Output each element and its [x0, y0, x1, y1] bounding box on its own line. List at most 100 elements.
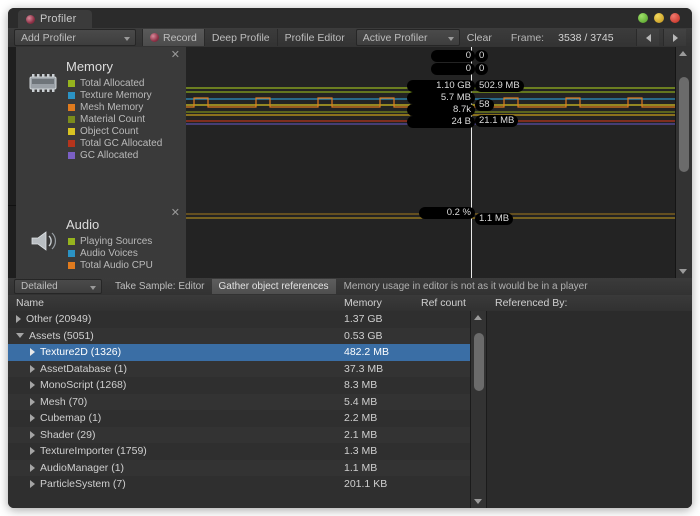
- legend-swatch: [68, 140, 75, 147]
- next-frame-button[interactable]: [663, 29, 686, 46]
- legend-label: Total Allocated: [80, 78, 145, 89]
- expand-triangle-icon[interactable]: [30, 398, 35, 406]
- scroll-down-icon[interactable]: [474, 499, 482, 504]
- detail-mode-dropdown[interactable]: Detailed: [14, 279, 102, 294]
- expand-triangle-icon[interactable]: [30, 431, 35, 439]
- legend-swatch: [68, 104, 75, 111]
- window-button-green[interactable]: [638, 13, 648, 23]
- row-name-cell[interactable]: AudioManager (1): [30, 462, 124, 474]
- legend-item[interactable]: Texture Memory: [68, 89, 162, 101]
- legend-item[interactable]: Object Count: [68, 125, 162, 137]
- legend-item[interactable]: Total Audio CPU: [68, 259, 153, 271]
- audio-plot[interactable]: 0.2 % 1.1 MB: [186, 205, 676, 278]
- memory-right-value: 58: [475, 99, 494, 111]
- editor-memory-note: Memory usage in editor is not as it woul…: [344, 281, 588, 292]
- row-name-cell[interactable]: ParticleSystem (7): [30, 478, 126, 490]
- expand-triangle-icon[interactable]: [30, 365, 35, 373]
- title-bar: Profiler: [8, 8, 692, 28]
- memory-left-value: 8.7k: [407, 104, 475, 116]
- close-icon[interactable]: ✕: [171, 208, 180, 219]
- legend-swatch: [68, 262, 75, 269]
- row-name-cell[interactable]: Other (20949): [16, 313, 91, 325]
- module-memory: ✕: [8, 47, 692, 206]
- column-header-name[interactable]: Name: [16, 297, 44, 309]
- table-scrollbar[interactable]: [470, 311, 486, 508]
- memory-chip-icon: [26, 69, 60, 97]
- legend-swatch: [68, 250, 75, 257]
- speaker-icon: [26, 227, 60, 255]
- scroll-down-icon[interactable]: [679, 269, 687, 274]
- gather-object-references-button[interactable]: Gather object references: [212, 279, 336, 294]
- window-button-yellow[interactable]: [654, 13, 664, 23]
- expand-triangle-icon[interactable]: [30, 464, 35, 472]
- chevron-down-icon: [124, 37, 130, 41]
- legend-item[interactable]: Mesh Memory: [68, 101, 162, 113]
- expand-triangle-icon[interactable]: [30, 348, 35, 356]
- scroll-up-icon[interactable]: [474, 315, 482, 320]
- legend-item[interactable]: Audio Voices: [68, 247, 153, 259]
- row-name-cell[interactable]: MonoScript (1268): [30, 379, 126, 391]
- prev-frame-button[interactable]: [636, 29, 659, 46]
- row-label: Cubemap (1): [40, 412, 101, 424]
- module-audio: ✕ Audio Playing Sources Audio Voices: [8, 205, 692, 279]
- legend-item[interactable]: Total Allocated: [68, 77, 162, 89]
- add-profiler-dropdown[interactable]: Add Profiler: [14, 29, 136, 46]
- legend-label: Texture Memory: [80, 90, 152, 101]
- graph-scrollbar-thumb[interactable]: [679, 77, 689, 172]
- graph-area: ✕: [8, 47, 692, 278]
- collapse-triangle-icon[interactable]: [16, 333, 24, 338]
- expand-triangle-icon[interactable]: [30, 414, 35, 422]
- expand-triangle-icon[interactable]: [30, 447, 35, 455]
- scroll-up-icon[interactable]: [679, 51, 687, 56]
- row-memory-cell: 2.2 MB: [344, 412, 377, 424]
- referenced-by-panel: [486, 311, 692, 508]
- row-name-cell[interactable]: TextureImporter (1759): [30, 445, 147, 457]
- clear-label: Clear: [467, 32, 492, 44]
- legend-swatch: [68, 128, 75, 135]
- row-label: Other (20949): [26, 313, 91, 325]
- row-name-cell[interactable]: Mesh (70): [30, 396, 87, 408]
- table-scrollbar-thumb[interactable]: [474, 333, 484, 391]
- graph-scrollbar[interactable]: [675, 47, 692, 278]
- row-name-cell[interactable]: Assets (5051): [16, 330, 94, 342]
- legend-label: Material Count: [80, 114, 145, 125]
- active-profiler-label: Active Profiler: [363, 32, 428, 44]
- column-header-memory[interactable]: Memory: [344, 297, 382, 309]
- legend-item[interactable]: Material Count: [68, 113, 162, 125]
- expand-triangle-icon[interactable]: [16, 315, 21, 323]
- row-name-cell[interactable]: Cubemap (1): [30, 412, 101, 424]
- expand-triangle-icon[interactable]: [30, 381, 35, 389]
- chevron-down-icon: [448, 37, 454, 41]
- column-header-ref-count[interactable]: Ref count: [421, 297, 466, 309]
- tab-profiler-label: Profiler: [40, 13, 76, 25]
- legend-label: GC Allocated: [80, 150, 138, 161]
- legend-item[interactable]: Playing Sources: [68, 235, 153, 247]
- memory-plot[interactable]: 0 0 1.10 GB 5.7 MB 8.7k 24 B 0 0 502.9 M…: [186, 47, 676, 205]
- legend-label: Object Count: [80, 126, 138, 137]
- active-profiler-dropdown[interactable]: Active Profiler: [356, 29, 460, 46]
- module-memory-title: Memory: [66, 59, 113, 74]
- module-audio-legend: Playing Sources Audio Voices Total Audio…: [68, 235, 153, 271]
- take-sample-button[interactable]: Take Sample: Editor: [108, 279, 212, 294]
- audio-right-value: 1.1 MB: [475, 213, 513, 225]
- row-label: AudioManager (1): [40, 462, 124, 474]
- record-button[interactable]: Record: [142, 29, 204, 46]
- row-name-cell[interactable]: Texture2D (1326): [30, 346, 121, 358]
- expand-triangle-icon[interactable]: [30, 480, 35, 488]
- column-header-referenced-by[interactable]: Referenced By:: [495, 297, 567, 309]
- legend-item[interactable]: GC Allocated: [68, 149, 162, 161]
- frame-label: Frame:: [511, 32, 544, 44]
- row-name-cell[interactable]: AssetDatabase (1): [30, 363, 127, 375]
- profile-editor-button[interactable]: Profile Editor: [277, 29, 352, 46]
- legend-item[interactable]: Total GC Allocated: [68, 137, 162, 149]
- row-name-cell[interactable]: Shader (29): [30, 429, 95, 441]
- close-icon[interactable]: ✕: [171, 50, 180, 61]
- add-profiler-label: Add Profiler: [21, 32, 76, 44]
- memory-left-value: 0: [431, 50, 475, 62]
- row-label: AssetDatabase (1): [40, 363, 127, 375]
- deep-profile-button[interactable]: Deep Profile: [204, 29, 277, 46]
- tab-profiler[interactable]: Profiler: [18, 10, 92, 28]
- clear-button[interactable]: Clear: [460, 29, 499, 46]
- window-button-red[interactable]: [670, 13, 680, 23]
- gather-object-references-label: Gather object references: [219, 281, 329, 292]
